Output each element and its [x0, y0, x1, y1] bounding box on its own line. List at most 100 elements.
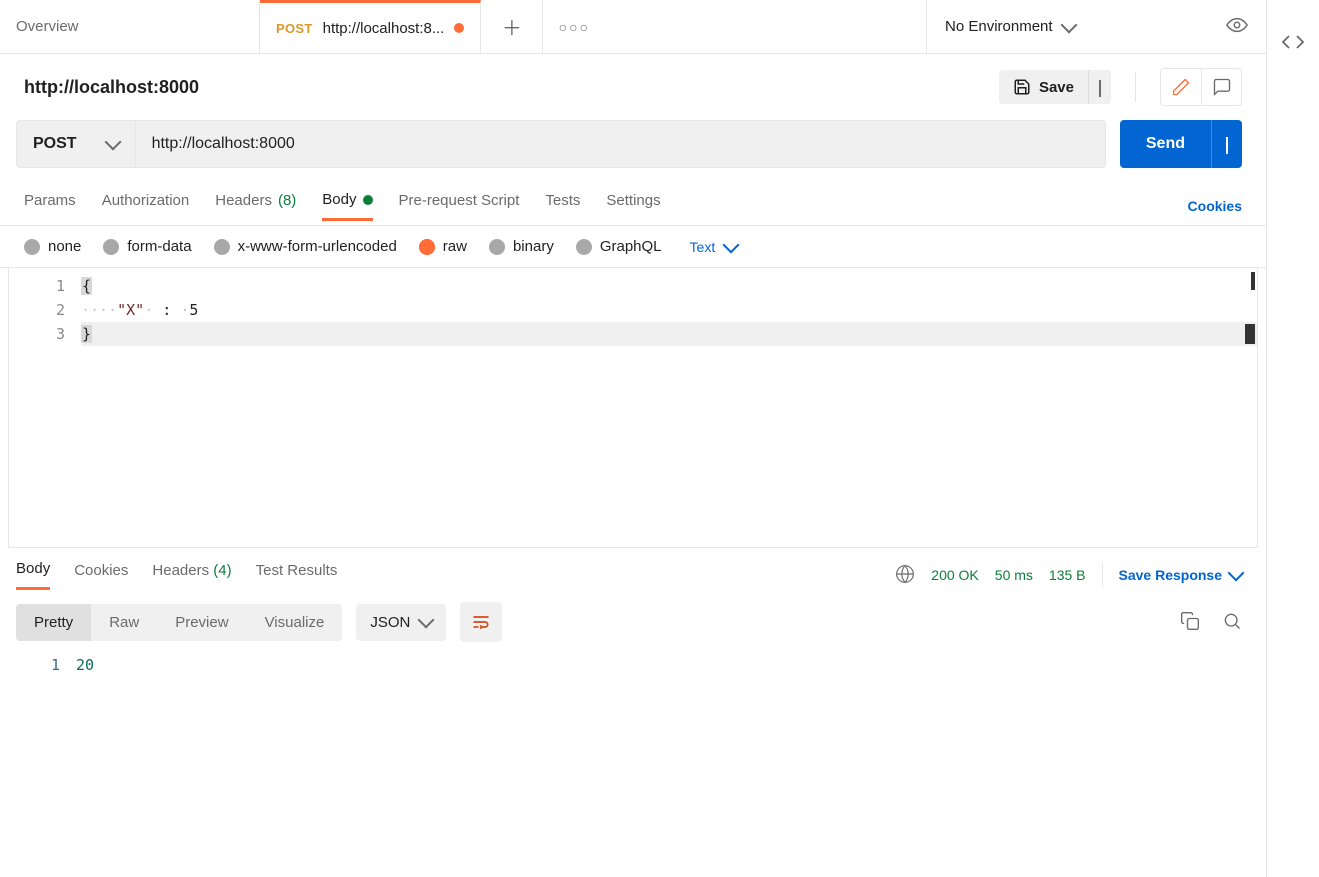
save-button[interactable]: Save [999, 70, 1088, 104]
tab-tests[interactable]: Tests [545, 192, 580, 219]
response-meta: 200 OK 50 ms 135 B Save Response [895, 563, 1242, 587]
tab-title: http://localhost:8... [323, 20, 445, 37]
right-sidebar [1267, 0, 1319, 877]
response-body-viewer[interactable]: 1 20 [0, 652, 1266, 674]
send-button-group: Send [1120, 120, 1242, 168]
wrap-lines-button[interactable] [460, 602, 502, 642]
more-dots-icon: ○○○ [559, 19, 590, 35]
tab-body[interactable]: Body [322, 191, 372, 221]
tab-options-button[interactable]: ○○○ [543, 0, 605, 53]
response-tabs: Body Cookies Headers (4) Test Results 20… [0, 548, 1266, 592]
tab-headers[interactable]: Headers (8) [215, 192, 296, 219]
globe-icon [895, 564, 915, 584]
save-dropdown-button[interactable] [1088, 70, 1111, 104]
body-type-none[interactable]: none [24, 238, 81, 255]
tab-authorization[interactable]: Authorization [102, 192, 190, 219]
comment-button[interactable] [1201, 69, 1241, 105]
tab-active-request[interactable]: POST http://localhost:8... [260, 0, 481, 53]
environment-area: No Environment [926, 0, 1266, 53]
response-toolbar: Pretty Raw Preview Visualize JSON [0, 592, 1266, 652]
radio-icon [214, 239, 230, 255]
title-action-group [1160, 68, 1242, 106]
save-icon [1013, 78, 1031, 96]
response-status: 200 OK [931, 567, 978, 583]
response-size: 135 B [1049, 567, 1086, 583]
response-headers-count: (4) [213, 562, 231, 579]
raw-subtype-dropdown[interactable]: Text [690, 239, 738, 255]
code-icon [1281, 30, 1305, 54]
request-title: http://localhost:8000 [24, 77, 985, 98]
radio-icon [24, 239, 40, 255]
body-type-xwww[interactable]: x-www-form-urlencoded [214, 238, 397, 255]
chevron-down-icon [104, 134, 121, 151]
request-title-row: http://localhost:8000 Save [0, 54, 1266, 112]
body-type-graphql[interactable]: GraphQL [576, 238, 662, 255]
network-info-button[interactable] [895, 564, 915, 587]
save-response-dropdown[interactable]: Save Response [1119, 567, 1243, 583]
segment-raw[interactable]: Raw [91, 604, 157, 641]
method-dropdown[interactable]: POST [17, 121, 136, 167]
tab-method-badge: POST [276, 21, 313, 36]
chevron-down-icon [418, 612, 435, 629]
response-tab-body[interactable]: Body [16, 560, 50, 590]
body-type-formdata[interactable]: form-data [103, 238, 191, 255]
send-button[interactable]: Send [1120, 120, 1211, 168]
radio-icon [576, 239, 592, 255]
search-icon [1222, 611, 1242, 631]
scrollbar-thumb[interactable] [1251, 272, 1255, 290]
divider [1102, 563, 1103, 587]
tab-bar: Overview POST http://localhost:8... ＋ ○○… [0, 0, 1266, 54]
response-gutter: 1 [0, 656, 76, 674]
code-snippet-button[interactable] [1281, 30, 1305, 57]
copy-response-button[interactable] [1180, 611, 1200, 634]
url-bar-row: POST Send [0, 112, 1266, 182]
editor-lines: { ····"X"· : ·5 } [81, 268, 1257, 346]
editor-cursor-marker [1245, 324, 1255, 344]
tab-overview[interactable]: Overview [0, 0, 260, 53]
tab-overview-label: Overview [16, 18, 79, 35]
comment-icon [1212, 77, 1232, 97]
send-dropdown-button[interactable] [1211, 120, 1242, 168]
edit-button[interactable] [1161, 69, 1201, 105]
environment-dropdown[interactable]: No Environment [945, 18, 1075, 35]
plus-icon: ＋ [502, 12, 522, 41]
search-response-button[interactable] [1222, 611, 1242, 634]
cookies-link[interactable]: Cookies [1188, 198, 1242, 214]
response-tab-cookies[interactable]: Cookies [74, 562, 128, 589]
radio-icon [489, 239, 505, 255]
chevron-down-icon [723, 236, 740, 253]
segment-preview[interactable]: Preview [157, 604, 246, 641]
segment-visualize[interactable]: Visualize [247, 604, 343, 641]
response-line-1: 20 [76, 656, 94, 674]
pencil-icon [1171, 77, 1191, 97]
body-present-dot-icon [363, 195, 373, 205]
eye-icon [1226, 14, 1248, 36]
body-type-row: none form-data x-www-form-urlencoded raw… [0, 226, 1266, 268]
request-tabs: Params Authorization Headers (8) Body Pr… [0, 182, 1266, 226]
chevron-down-icon [1226, 137, 1228, 154]
response-tab-testresults[interactable]: Test Results [256, 562, 338, 589]
url-input[interactable] [136, 121, 1105, 167]
response-tab-headers[interactable]: Headers (4) [152, 562, 231, 589]
segment-pretty[interactable]: Pretty [16, 604, 91, 641]
radio-icon [103, 239, 119, 255]
copy-icon [1180, 611, 1200, 631]
tab-prerequest[interactable]: Pre-request Script [399, 192, 520, 219]
tab-settings[interactable]: Settings [606, 192, 660, 219]
request-body-editor[interactable]: 1 2 3 { ····"X"· : ·5 } [8, 268, 1258, 548]
headers-count: (8) [278, 192, 296, 209]
body-type-raw[interactable]: raw [419, 238, 467, 255]
unsaved-indicator-icon [454, 23, 464, 33]
body-type-binary[interactable]: binary [489, 238, 554, 255]
divider [1135, 72, 1136, 102]
response-view-segments: Pretty Raw Preview Visualize [16, 604, 342, 641]
method-value: POST [33, 135, 77, 153]
new-tab-button[interactable]: ＋ [481, 0, 543, 53]
response-language-dropdown[interactable]: JSON [356, 604, 446, 641]
chevron-down-icon [1099, 80, 1101, 97]
save-button-group: Save [999, 70, 1111, 104]
environment-label: No Environment [945, 18, 1053, 35]
environment-preview-button[interactable] [1226, 14, 1248, 39]
url-input-group: POST [16, 120, 1106, 168]
tab-params[interactable]: Params [24, 192, 76, 219]
